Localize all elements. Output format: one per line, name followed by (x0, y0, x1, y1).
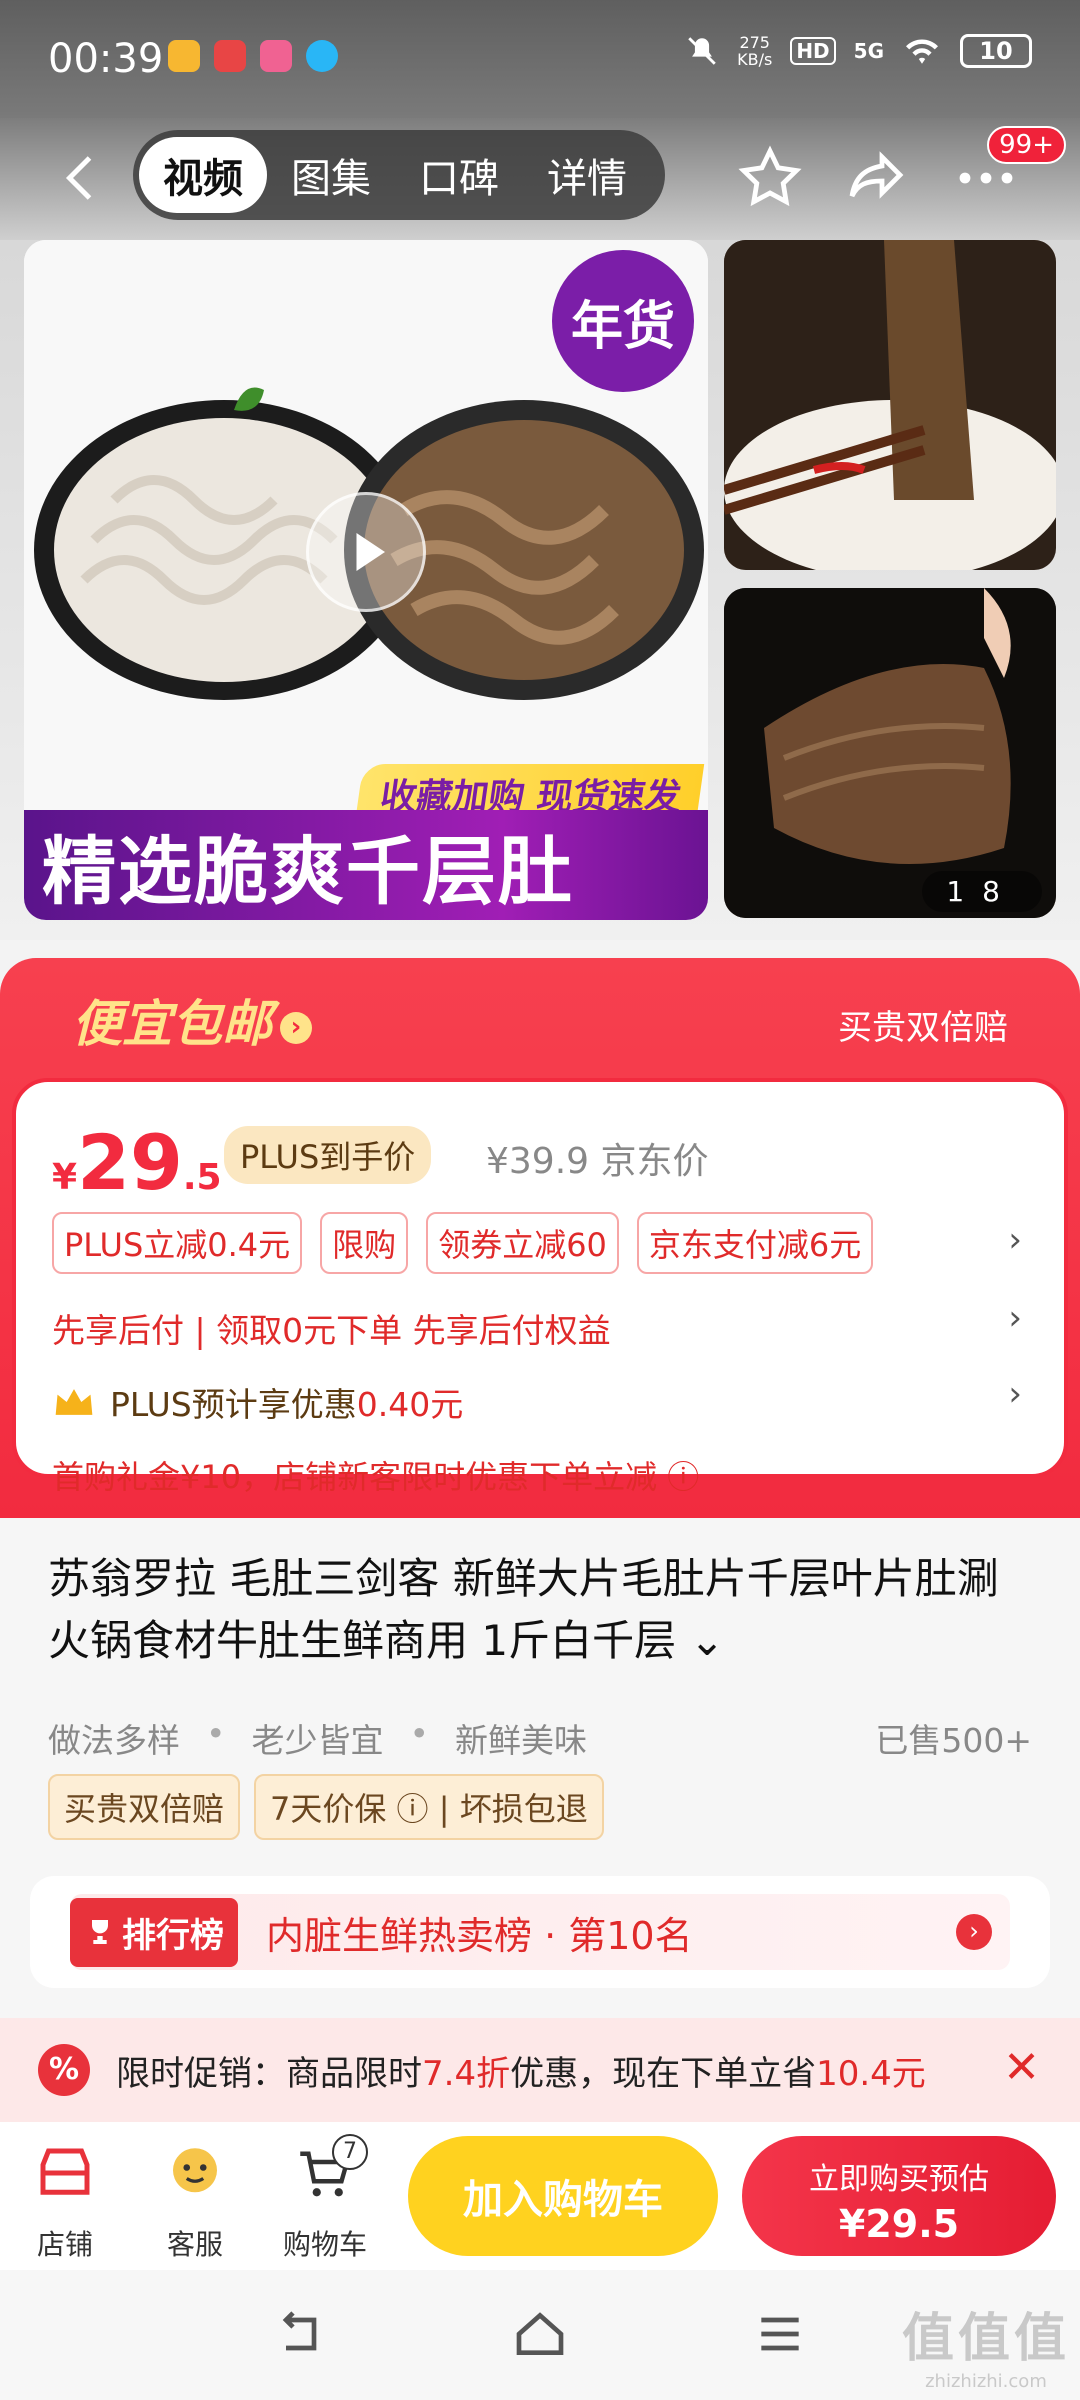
customer-service-icon (173, 2148, 217, 2193)
top-nav-bar: 视频 图集 口碑 详情 99+ (0, 118, 1080, 240)
first-purchase-gift[interactable]: 首购礼金¥10，店铺新客限时优惠下单立减 ⓘ (52, 1452, 699, 1498)
gallery-thumbnail[interactable]: 18 (724, 588, 1056, 918)
feature-tag: 做法多样 (48, 1721, 180, 1760)
new-year-badge: 年货 (552, 250, 694, 392)
price-guarantee-label: 买贵双倍赔 (838, 1008, 1008, 1048)
discount-chip: PLUS立减0.4元 (52, 1212, 303, 1274)
wifi-icon (906, 39, 938, 64)
shop-icon (40, 2148, 90, 2195)
app-notification-icon (168, 40, 200, 72)
back-arrow-icon[interactable] (52, 148, 112, 208)
feature-tags: 做法多样 • 老少皆宜 • 新鲜美味 (48, 1714, 587, 1762)
cart-count-badge: 7 (332, 2134, 368, 2170)
buy-now-button[interactable]: 立即购买预估 ¥29.5 (742, 2136, 1056, 2256)
discount-chip: 领券立减60 (426, 1212, 619, 1274)
media-tab-switcher: 视频 图集 口碑 详情 (133, 130, 665, 220)
qq-icon (306, 40, 338, 72)
star-favorite-icon[interactable] (734, 142, 806, 214)
battery-icon: 10 (960, 34, 1032, 68)
price-card: ¥29.5 PLUS到手价 ¥39.9 京东价 PLUS立减0.4元 限购 领券… (12, 1078, 1068, 1496)
guarantee-tag: 买贵双倍赔 (48, 1774, 241, 1840)
share-icon[interactable] (840, 142, 912, 214)
tab-video[interactable]: 视频 (139, 137, 267, 213)
system-nav-bar: 值值值 zhizhizhi.com (0, 2270, 1080, 2400)
discount-chips[interactable]: PLUS立减0.4元 限购 领券立减60 京东支付减6元 (52, 1212, 874, 1274)
close-icon[interactable]: ✕ (1003, 2042, 1040, 2093)
cart-button[interactable]: 7 购物车 (270, 2134, 380, 2263)
play-button[interactable] (306, 492, 426, 612)
cheap-free-shipping-title[interactable]: 便宜包邮 › (72, 984, 312, 1056)
limited-time-promo-bar: % 限时促销：商品限时7.4折优惠，现在下单立省10.4元 ✕ (0, 2018, 1080, 2122)
plus-savings[interactable]: PLUS预计享优惠 0.40元 (52, 1378, 463, 1426)
image-counter: 18 (922, 871, 1042, 912)
chevron-right-icon[interactable]: › (956, 1914, 992, 1950)
price-promo-panel: 便宜包邮 › 买贵双倍赔 ¥29.5 PLUS到手价 ¥39.9 京东价 PLUS… (0, 958, 1080, 1518)
chevron-right-icon[interactable]: › (1008, 1220, 1022, 1260)
dot-separator: • (409, 1714, 429, 1753)
feature-tag: 老少皆宜 (251, 1721, 384, 1760)
signal-icon: 5G (853, 39, 884, 63)
app-notification-icon (214, 40, 246, 72)
mute-bell-icon (688, 37, 716, 65)
jd-original-price: ¥39.9 京东价 (486, 1141, 709, 1182)
bottom-action-bar: 店铺 客服 7 购物车 加入购物车 立即购买预估 ¥29.5 (0, 2122, 1080, 2270)
add-to-cart-button[interactable]: 加入购物车 (408, 2136, 718, 2256)
trophy-icon (92, 1920, 108, 1944)
system-home-icon[interactable] (510, 2306, 570, 2362)
status-indicators: 275 KB/s HD 5G 10 (685, 34, 1032, 68)
pay-later-offer[interactable]: 先享后付 | 领取0元下单 先享后付权益 (52, 1304, 611, 1352)
percent-icon: % (38, 2044, 90, 2096)
promo-main-banner: 精选脆爽千层肚 (24, 810, 708, 920)
network-speed: 275 KB/s (737, 33, 773, 69)
shop-button[interactable]: 店铺 (10, 2140, 120, 2263)
limited-promo-text: 限时促销：商品限时7.4折优惠，现在下单立省10.4元 (116, 2053, 926, 2094)
product-info: 苏翁罗拉 毛肚三剑客 新鲜大片毛肚片千层叶片肚涮火锅食材牛肚生鲜商用 1斤白千层… (0, 1518, 1080, 2018)
discount-chip: 限购 (320, 1212, 409, 1274)
chevron-right-icon[interactable]: › (1008, 1298, 1022, 1338)
guarantee-tags[interactable]: 买贵双倍赔 7天价保 ⓘ | 坏损包退 (48, 1774, 604, 1840)
crown-icon (55, 1389, 93, 1415)
more-badge: 99+ (987, 126, 1066, 164)
system-back-icon[interactable] (270, 2306, 330, 2362)
dot-separator: • (206, 1714, 226, 1753)
feature-tag: 新鲜美味 (454, 1721, 587, 1760)
ranking-text: 内脏生鲜热卖榜 · 第10名 (266, 1913, 693, 1958)
chevron-right-icon[interactable]: › (1008, 1374, 1022, 1414)
status-bar: 00:39 275 KB/s HD 5G 10 (0, 0, 1080, 118)
app-notification-icon (260, 40, 292, 72)
status-app-icons (168, 40, 338, 72)
product-title[interactable]: 苏翁罗拉 毛肚三剑客 新鲜大片毛肚片千层叶片肚涮火锅食材牛肚生鲜商用 1斤白千层… (48, 1548, 1038, 1672)
play-icon (356, 533, 385, 571)
watermark-logo: 值值值 zhizhizhi.com (901, 2309, 1070, 2392)
system-menu-icon[interactable] (750, 2306, 810, 2362)
plus-price-tag: PLUS到手价 (224, 1126, 432, 1184)
status-time: 00:39 (48, 36, 164, 82)
tripe-on-plate-photo (724, 240, 1056, 570)
ranking-card[interactable]: 排行榜 内脏生鲜热卖榜 · 第10名 › (30, 1876, 1050, 1988)
guarantee-tag: 7天价保 ⓘ | 坏损包退 (254, 1774, 604, 1840)
ranking-banner: 排行榜 内脏生鲜热卖榜 · 第10名 › (70, 1894, 1010, 1970)
ranking-tag: 排行榜 (70, 1897, 238, 1967)
chevron-down-icon[interactable]: ⌄ (689, 1616, 724, 1665)
hd-icon: HD (790, 37, 836, 65)
product-gallery: 年货 收藏加购 现货速发 精选脆爽千层肚 18 (0, 240, 1080, 940)
tab-details[interactable]: 详情 (523, 137, 651, 213)
sold-count: 已售500+ (875, 1721, 1032, 1760)
tab-reviews[interactable]: 口碑 (395, 137, 523, 213)
tripe-hand-photo (724, 588, 1056, 918)
gallery-thumbnail[interactable] (724, 240, 1056, 570)
tab-gallery[interactable]: 图集 (267, 137, 395, 213)
main-product-image[interactable]: 年货 收藏加购 现货速发 精选脆爽千层肚 (24, 240, 708, 920)
price: ¥29.5 (52, 1118, 222, 1207)
discount-chip: 京东支付减6元 (636, 1212, 874, 1274)
chevron-right-icon: › (280, 1011, 312, 1044)
customer-service-button[interactable]: 客服 (140, 2140, 250, 2263)
